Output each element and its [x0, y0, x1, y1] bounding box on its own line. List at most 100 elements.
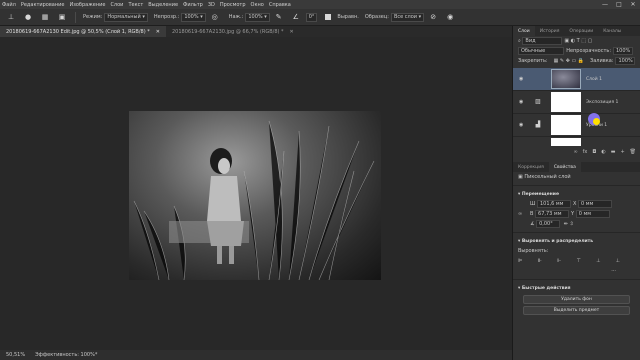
minimize-button[interactable]: — [598, 0, 612, 9]
angle-input[interactable]: 0,00° [536, 220, 561, 228]
chain-icon[interactable]: ∞ [518, 211, 530, 217]
align-top-icon[interactable]: ⊤ [577, 258, 581, 264]
menu-3d[interactable]: 3D [208, 2, 215, 8]
brush-preset-icon[interactable]: ● [21, 11, 35, 23]
mode-select[interactable]: Нормальный ▾ [104, 12, 148, 22]
clone-source-icon[interactable]: ▣ [55, 11, 69, 23]
zoom-level[interactable]: 50,51% [6, 352, 25, 358]
menu-file[interactable]: Файл [2, 2, 16, 8]
close-button[interactable]: ✕ [626, 0, 640, 9]
maximize-button[interactable]: □ [612, 0, 626, 9]
mask-icon[interactable]: ◘ [592, 149, 596, 155]
menu-image[interactable]: Изображение [69, 2, 105, 8]
canvas-area[interactable] [0, 37, 512, 350]
menu-filter[interactable]: Фильтр [183, 2, 203, 8]
transform-header[interactable]: ▾ Перемещение [513, 189, 640, 199]
align-header[interactable]: ▾ Выровнять и распределить [513, 236, 640, 246]
menu-edit[interactable]: Редактирование [21, 2, 65, 8]
pressure-opacity-icon[interactable]: ◎ [208, 11, 222, 23]
doc-tab-original[interactable]: 20180619-667A2130.jpg @ 66,7% (RGB/8) * … [166, 26, 300, 37]
align-label-row: Выровнять: [513, 246, 640, 256]
layer-row[interactable]: ◉ ▟ Уровни 1 [513, 114, 640, 137]
brush-settings-icon[interactable]: ▦ [38, 11, 52, 23]
opacity-input[interactable]: 100% ▾ [181, 12, 206, 22]
menu-help[interactable]: Справка [269, 2, 291, 8]
tab-actions[interactable]: Операции [564, 26, 598, 36]
levels-adjustment-icon: ▟ [535, 121, 541, 128]
quick-actions-header[interactable]: ▾ Быстрые действия [513, 283, 640, 293]
align-right-icon[interactable]: ⊩ [557, 258, 561, 264]
pressure-label: Наж.: [228, 14, 244, 20]
menu-type[interactable]: Текст [128, 2, 143, 8]
trash-icon[interactable]: 🗑 [630, 149, 636, 155]
height-value: 67,73 мм [538, 211, 562, 217]
efficiency-status[interactable]: Эффективность: 100%* [35, 352, 97, 358]
align-center-h-icon[interactable]: ⊪ [538, 258, 542, 264]
pressure-value: 100% [248, 14, 263, 20]
angle-input[interactable]: 0° [305, 12, 318, 22]
layer-row[interactable]: ◉ Слой 1 [513, 68, 640, 91]
menu-window[interactable]: Окно [251, 2, 264, 8]
height-input[interactable]: 67,73 мм [535, 210, 570, 218]
tab-adjustments[interactable]: Коррекция [513, 162, 549, 172]
link-icon[interactable]: ∞ [573, 149, 577, 155]
divider [513, 279, 640, 280]
stamp-tool-icon[interactable]: ⊥ [4, 11, 18, 23]
aligned-label: Выравн. [337, 14, 359, 20]
align-center-v-icon[interactable]: ⊥ [596, 258, 600, 264]
eye-icon[interactable]: ◉ [519, 99, 525, 105]
layer-opacity-input[interactable]: 100% [613, 47, 633, 55]
tab-history[interactable]: История [535, 26, 565, 36]
fill-input[interactable]: 100% [615, 57, 636, 65]
eye-icon[interactable]: ◉ [519, 76, 525, 82]
adjustment-icon[interactable]: ◐ [601, 149, 605, 155]
close-icon[interactable]: ✕ [290, 29, 294, 35]
new-layer-icon[interactable]: + [620, 149, 624, 155]
doc-tab-edit[interactable]: 20180619-667A2130 Edit.jpg @ 50,5% (Слой… [0, 26, 166, 37]
sample-select[interactable]: Все слои ▾ [390, 12, 425, 22]
layer-row[interactable]: ◉ ▨ Экспозиция 1 [513, 91, 640, 114]
pressure-input[interactable]: 100% ▾ [245, 12, 270, 22]
close-icon[interactable]: ✕ [156, 29, 160, 35]
lock-row: Закрепить: ▦ ✎ ✥ ▭ 🔒 Заливка: 100% [513, 56, 640, 66]
height-label: В [530, 211, 534, 217]
blend-row: Обычные Непрозрачность: 100% [513, 46, 640, 56]
y-input[interactable]: 0 мм [575, 210, 610, 218]
folder-icon[interactable]: ▬ [611, 149, 616, 155]
more-icon[interactable]: ··· [611, 268, 616, 274]
properties-panel-tabs: Коррекция Свойства [513, 162, 640, 172]
select-subject-button[interactable]: Выделить предмет [523, 306, 630, 315]
sample-label: Образец: [364, 14, 389, 20]
x-label: X [572, 201, 577, 207]
document-image[interactable] [129, 111, 381, 280]
kind-select[interactable]: Вид [522, 37, 563, 45]
align-left-icon[interactable]: ⊫ [518, 258, 522, 264]
aligned-checkbox[interactable] [325, 14, 332, 20]
layer-row-partial[interactable] [513, 137, 640, 147]
tab-layers[interactable]: Слои [513, 26, 535, 36]
width-input[interactable]: 101,6 мм [536, 200, 571, 208]
align-header-label: Выровнять и распределить [521, 238, 594, 244]
pressure-size-icon[interactable]: ◉ [443, 11, 457, 23]
eye-icon[interactable]: ◉ [519, 122, 525, 128]
layer-mask-thumbnail [551, 92, 581, 112]
lock-icons[interactable]: ▦ ✎ ✥ ▭ 🔒 [554, 58, 584, 64]
doc-tab-title: 20180619-667A2130 Edit.jpg @ 50,5% (Слой… [6, 28, 150, 35]
align-bottom-icon[interactable]: ⊥ [616, 258, 620, 264]
layer-type-spacer [533, 138, 543, 146]
exposure-adjustment-icon: ▨ [535, 98, 541, 105]
fx-icon[interactable]: fx [583, 149, 588, 155]
menu-select[interactable]: Выделение [148, 2, 178, 8]
menu-layers[interactable]: Слои [110, 2, 123, 8]
flip-icons[interactable]: ⇹ ⇳ [562, 221, 574, 227]
filter-icons[interactable]: ▣ ◐ T ⬚ ▢ [564, 38, 592, 44]
x-input[interactable]: 0 мм [577, 200, 612, 208]
blend-mode-select[interactable]: Обычные [518, 47, 565, 55]
remove-background-button[interactable]: Удалить фон [523, 295, 630, 304]
tab-channels[interactable]: Каналы [598, 26, 626, 36]
menu-view[interactable]: Просмотр [220, 2, 246, 8]
tab-properties[interactable]: Свойства [548, 162, 581, 172]
ignore-adjustment-icon[interactable]: ⊘ [426, 11, 440, 23]
airbrush-icon[interactable]: ✎ [272, 11, 286, 23]
align-buttons-row: ⊫ ⊪ ⊩ ⊤ ⊥ ⊥ [513, 256, 640, 266]
